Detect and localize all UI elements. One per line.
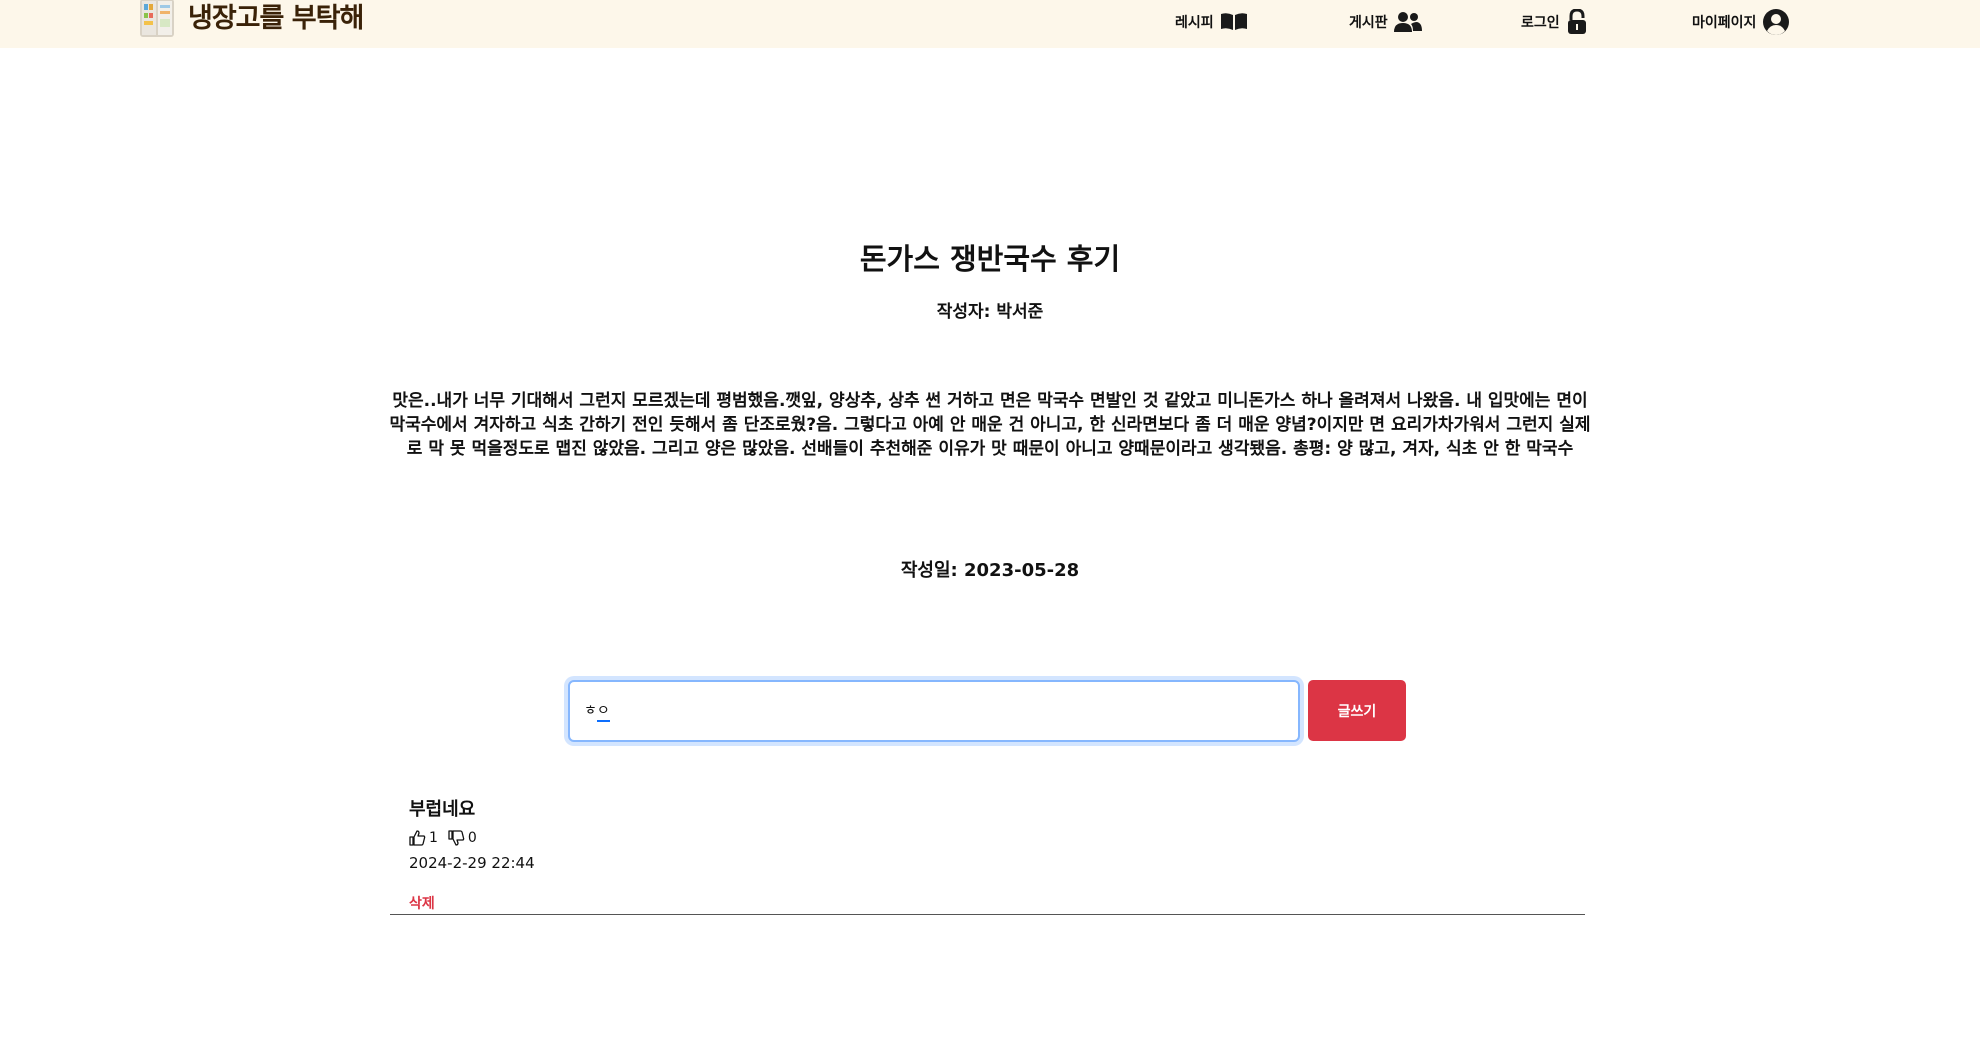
comment-input[interactable] — [568, 680, 1300, 742]
nav-mypage-label: 마이페이지 — [1692, 15, 1757, 31]
delete-comment-button[interactable]: 삭제 — [409, 893, 435, 913]
site-logo[interactable]: 냉장고를 부탁해 — [136, 0, 364, 40]
unlock-icon — [1566, 9, 1588, 35]
top-navbar: 냉장고를 부탁해 레시피 게시판 로그인 마이페이지 — [0, 0, 1980, 48]
nav-login[interactable]: 로그인 — [1521, 8, 1588, 36]
nav-mypage[interactable]: 마이페이지 — [1692, 8, 1790, 36]
comment-date: 2024-2-29 22:44 — [409, 854, 535, 872]
thumbs-up-icon — [409, 830, 426, 846]
comment-text: 부럽네요 — [409, 799, 476, 820]
nav-board[interactable]: 게시판 — [1349, 8, 1422, 36]
comment-reactions: 1 0 — [409, 830, 487, 846]
user-circle-icon — [1762, 8, 1790, 36]
nav-board-label: 게시판 — [1349, 15, 1388, 31]
users-icon — [1393, 11, 1422, 33]
nav-recipe-label: 레시피 — [1175, 15, 1214, 31]
nav-login-label: 로그인 — [1521, 15, 1560, 31]
post-date: 작성일: 2023-05-28 — [900, 560, 1080, 581]
open-book-icon — [1220, 12, 1248, 32]
post-body: 맛은..내가 너무 기대해서 그런지 모르겠는데 평범했음.깻잎, 양상추, 상… — [389, 391, 1591, 459]
dislike-button[interactable]: 0 — [448, 830, 477, 846]
post-author: 작성자: 박서준 — [936, 302, 1044, 322]
submit-comment-button[interactable]: 글쓰기 — [1308, 680, 1406, 741]
like-count: 1 — [429, 830, 438, 846]
nav-recipe[interactable]: 레시피 — [1175, 8, 1248, 36]
logo-text: 냉장고를 부탁해 — [188, 2, 364, 34]
comment-item: 부럽네요 1 0 2024-2-29 22:44 삭제 — [390, 790, 1585, 915]
like-button[interactable]: 1 — [409, 830, 438, 846]
thumbs-down-icon — [448, 830, 465, 846]
fridge-logo-icon — [140, 0, 174, 37]
dislike-count: 0 — [467, 830, 477, 846]
post-title: 돈가스 쟁반국수 후기 — [859, 242, 1121, 276]
